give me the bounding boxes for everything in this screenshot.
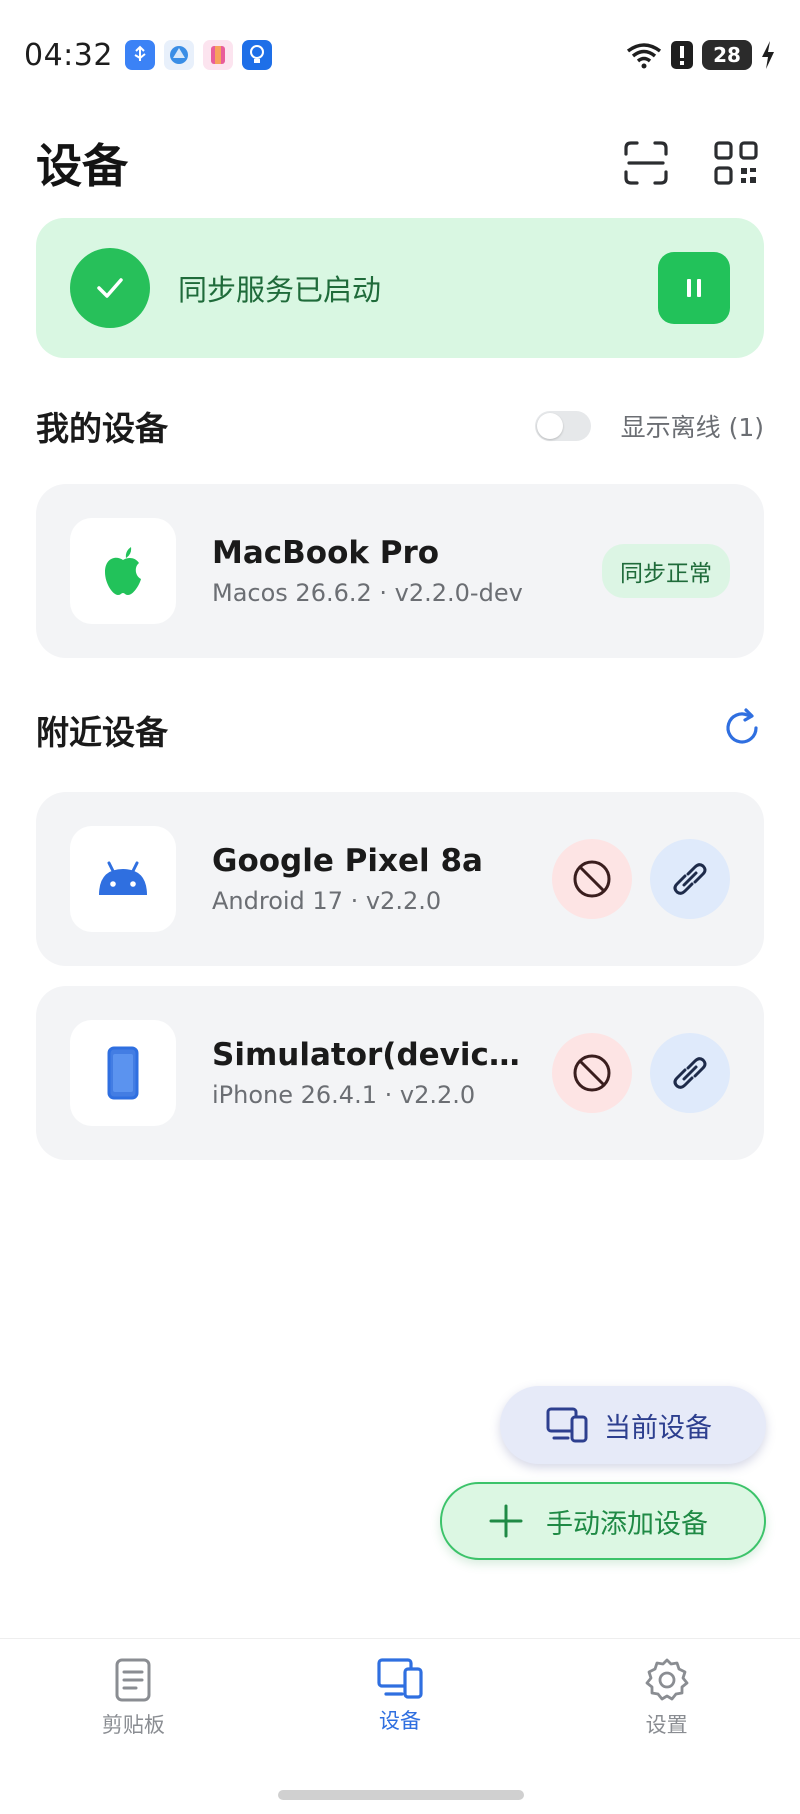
- usb-icon: [124, 40, 155, 70]
- link-icon: [673, 1057, 707, 1089]
- wifi-icon: [626, 43, 662, 69]
- my-devices-title: 我的设备: [36, 409, 168, 448]
- block-icon: [573, 860, 611, 898]
- block-device-button[interactable]: [552, 1033, 632, 1113]
- lightbulb-icon: [241, 40, 272, 70]
- nav-item-devices[interactable]: 设备: [267, 1639, 534, 1788]
- nav-label: 设备: [379, 1709, 421, 1733]
- device-meta: iPhone 26.4.1 · v2.2.0: [212, 1081, 476, 1109]
- alert-icon: [671, 41, 693, 69]
- apple-icon: [105, 547, 141, 595]
- status-right-icons: 28: [626, 40, 776, 70]
- plus-icon: [489, 1504, 523, 1538]
- gear-icon: [645, 1658, 689, 1701]
- nav-item-settings[interactable]: 设置: [533, 1639, 800, 1788]
- current-device-button[interactable]: 当前设备: [500, 1386, 766, 1464]
- page-header: 设备: [36, 128, 764, 198]
- device-meta: Android 17 · v2.2.0: [212, 887, 442, 915]
- pause-icon: [687, 279, 701, 297]
- devices-icon: [546, 1407, 588, 1443]
- toggle-knob: [536, 413, 563, 439]
- nav-item-clipboard[interactable]: 剪贴板: [0, 1639, 267, 1788]
- my-devices-header: 我的设备 显示离线 (1): [36, 396, 764, 456]
- clipboard-icon: [115, 1658, 151, 1702]
- bottom-navigation: 剪贴板 设备 设置: [0, 1638, 800, 1788]
- qr-code-button[interactable]: [708, 135, 764, 191]
- sync-status-badge: 同步正常: [602, 544, 730, 598]
- pause-sync-button[interactable]: [658, 252, 730, 324]
- device-name: Simulator(device...: [212, 1037, 540, 1073]
- sync-status-text: 同步服务已启动: [178, 273, 382, 307]
- nav-label: 剪贴板: [101, 1713, 165, 1737]
- network-icon: [163, 40, 194, 70]
- qr-code-icon: [714, 141, 758, 185]
- block-device-button[interactable]: [552, 839, 632, 919]
- sync-status-banner: 同步服务已启动: [36, 218, 764, 358]
- device-info: MacBook Pro Macos 26.6.2 · v2.2.0-dev: [212, 535, 602, 607]
- status-bar: 04:32 28: [0, 0, 800, 110]
- connect-device-button[interactable]: [650, 1033, 730, 1113]
- nearby-devices-header: 附近设备: [36, 700, 764, 760]
- device-meta: Macos 26.6.2 · v2.2.0-dev: [212, 579, 523, 607]
- device-icon-box: [70, 826, 176, 932]
- block-icon: [573, 1054, 611, 1092]
- add-device-label: 手动添加设备: [546, 1508, 708, 1540]
- device-card-simulator[interactable]: Simulator(device... iPhone 26.4.1 · v2.2…: [36, 986, 764, 1160]
- refresh-button[interactable]: [720, 706, 764, 754]
- device-icon-box: [70, 1020, 176, 1126]
- connect-device-button[interactable]: [650, 839, 730, 919]
- phone-icon: [107, 1046, 139, 1100]
- app-icon: [202, 40, 233, 70]
- nearby-devices-title: 附近设备: [36, 713, 168, 752]
- device-info: Google Pixel 8a Android 17 · v2.2.0: [212, 843, 540, 915]
- current-device-label: 当前设备: [604, 1412, 712, 1444]
- add-device-button[interactable]: 手动添加设备: [440, 1482, 766, 1560]
- device-icon-box: [70, 518, 176, 624]
- charging-icon: [762, 41, 774, 69]
- home-indicator[interactable]: [278, 1790, 524, 1800]
- device-card-pixel[interactable]: Google Pixel 8a Android 17 · v2.2.0: [36, 792, 764, 966]
- device-card-macbook[interactable]: MacBook Pro Macos 26.6.2 · v2.2.0-dev 同步…: [36, 484, 764, 658]
- device-name: MacBook Pro: [212, 535, 440, 571]
- nav-label: 设置: [645, 1713, 688, 1737]
- page-title: 设备: [36, 139, 128, 193]
- battery-icon: 28: [702, 40, 752, 70]
- devices-icon: [377, 1658, 423, 1699]
- show-offline-toggle[interactable]: [534, 411, 591, 441]
- header-actions: [618, 135, 764, 191]
- scan-button[interactable]: [618, 135, 674, 191]
- notification-icons: [124, 40, 272, 70]
- refresh-icon: [726, 708, 758, 744]
- android-icon: [99, 861, 147, 895]
- scan-icon: [624, 141, 668, 185]
- show-offline-label: 显示离线 (1): [620, 413, 764, 442]
- link-icon: [673, 863, 707, 895]
- status-time: 04:32: [24, 37, 113, 73]
- check-icon: [70, 248, 150, 328]
- battery-level: 28: [713, 43, 741, 67]
- device-info: Simulator(device... iPhone 26.4.1 · v2.2…: [212, 1037, 540, 1109]
- device-name: Google Pixel 8a: [212, 843, 483, 879]
